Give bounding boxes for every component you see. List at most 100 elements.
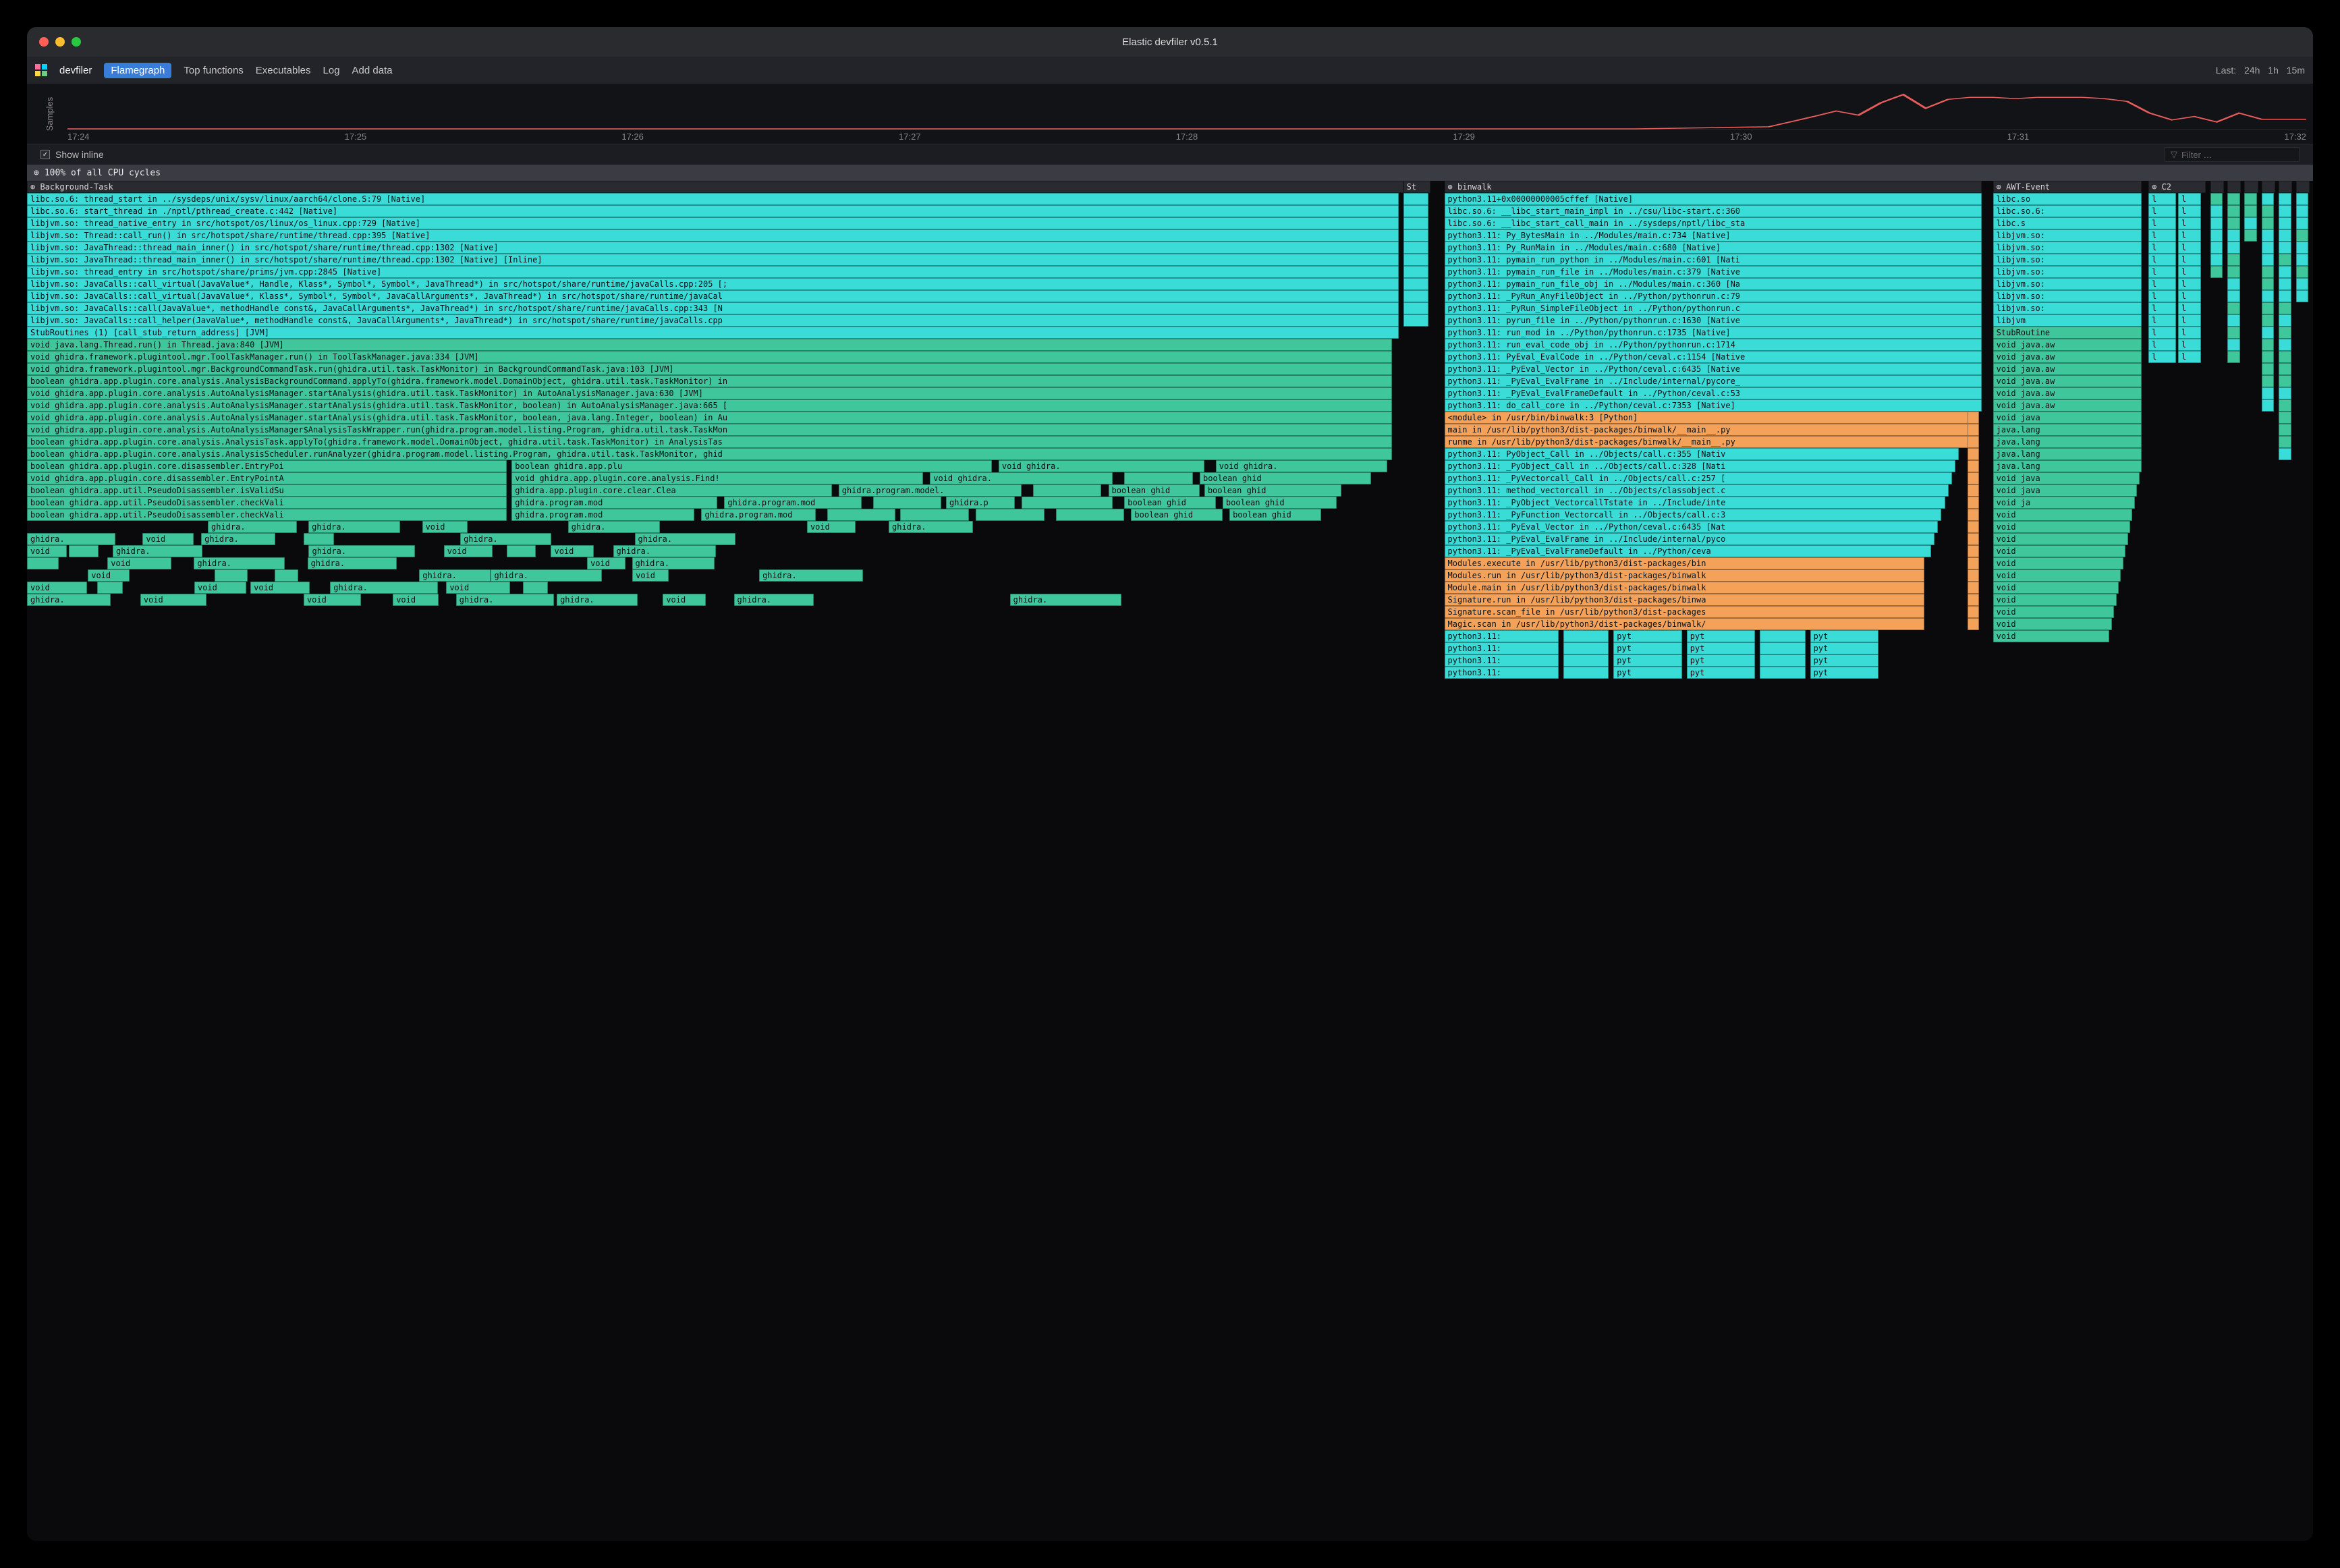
flame-frame[interactable]: void java.aw (1993, 399, 2142, 412)
flame-frame[interactable]: python3.11: pyrun_file in ../Python/pyth… (1445, 314, 1982, 327)
flame-frame[interactable] (1760, 654, 1806, 667)
flame-frame[interactable] (2210, 205, 2223, 217)
flame-frame[interactable]: ghidra. (330, 582, 438, 594)
flame-frame[interactable]: ghidra.program.mod (724, 497, 861, 509)
flame-frame[interactable] (1403, 302, 1428, 314)
flame-frame[interactable]: java.lang (1993, 436, 2142, 448)
flame-frame[interactable]: void (194, 582, 246, 594)
flame-frame[interactable] (215, 569, 248, 582)
flame-frame[interactable]: ghidra.program.mod (701, 509, 815, 521)
flame-frame[interactable] (1968, 460, 1979, 472)
flame-frame[interactable]: pyt (1810, 642, 1879, 654)
flame-frame[interactable] (2262, 278, 2275, 290)
flame-frame[interactable] (2279, 387, 2291, 399)
flame-frame[interactable]: void (1993, 582, 2119, 594)
flame-frame[interactable] (275, 569, 298, 582)
range-15m[interactable]: 15m (2287, 65, 2305, 76)
flame-frame[interactable]: void ghidra.app.plugin.core.analysis.Aut… (27, 387, 1392, 399)
flame-frame[interactable]: runme in /usr/lib/python3/dist-packages/… (1445, 436, 1975, 448)
flame-frame[interactable]: libjvm.so: JavaCalls::call_virtual(JavaV… (27, 290, 1399, 302)
flame-frame[interactable] (1968, 557, 1979, 569)
flame-frame[interactable]: ghidra. (613, 545, 716, 557)
flame-frame[interactable] (1124, 472, 1193, 484)
flame-frame[interactable] (2296, 205, 2309, 217)
flame-frame[interactable]: l (2148, 193, 2176, 205)
flame-frame[interactable]: void (393, 594, 439, 606)
flame-frame[interactable] (1403, 314, 1428, 327)
flame-frame[interactable]: python3.11: method_vectorcall in ../Obje… (1445, 484, 1949, 497)
flame-frame[interactable]: l (2148, 205, 2176, 217)
zoom-icon[interactable] (72, 37, 81, 47)
flame-frame[interactable]: void ghidra.app.plugin.core.analysis.Fin… (511, 472, 923, 484)
flame-frame[interactable] (1563, 667, 1609, 679)
flame-frame[interactable] (2262, 181, 2275, 193)
flame-frame[interactable]: python3.11: _PyObject_Call in ../Objects… (1445, 460, 1955, 472)
flame-frame[interactable]: boolean ghid (1200, 472, 1371, 484)
flame-frame[interactable] (2279, 193, 2291, 205)
flame-frame[interactable] (523, 582, 547, 594)
flame-frame[interactable]: void java.aw (1993, 351, 2142, 363)
flame-frame[interactable]: boolean ghidra.app.plugin.core.analysis.… (27, 436, 1392, 448)
flame-frame[interactable]: void (1993, 557, 2123, 569)
flame-frame[interactable]: libjvm.so: JavaCalls::call_helper(JavaVa… (27, 314, 1399, 327)
flame-frame[interactable]: l (2148, 290, 2176, 302)
flamegraph[interactable]: ⊕ Background-Tasklibc.so.6: thread_start… (27, 181, 2313, 1541)
flame-frame[interactable] (2296, 242, 2309, 254)
flame-frame[interactable] (1403, 242, 1428, 254)
flame-frame[interactable]: void (27, 545, 67, 557)
flame-frame[interactable] (2227, 339, 2240, 351)
show-inline-checkbox[interactable]: ✓ (40, 150, 50, 159)
flame-frame[interactable]: python3.11: (1445, 642, 1559, 654)
flame-frame[interactable]: boolean ghidra.app.util.PseudoDisassembl… (27, 509, 507, 521)
flame-frame[interactable]: void (1993, 569, 2121, 582)
flame-frame[interactable] (2262, 193, 2275, 205)
flame-frame[interactable] (1022, 497, 1113, 509)
flame-frame[interactable]: void java.aw (1993, 375, 2142, 387)
flame-frame[interactable] (1968, 484, 1979, 497)
flame-frame[interactable] (2210, 229, 2223, 242)
flame-frame[interactable] (1968, 618, 1979, 630)
flame-frame[interactable] (2244, 217, 2257, 229)
flame-frame[interactable] (1403, 266, 1428, 278)
flame-frame[interactable] (1056, 509, 1125, 521)
flame-frame[interactable] (69, 545, 99, 557)
flame-frame[interactable]: python3.11: do_call_core in ../Python/ce… (1445, 399, 1982, 412)
flame-frame[interactable]: libjvm.so: (1993, 290, 2142, 302)
flame-frame[interactable]: l (2178, 302, 2201, 314)
flame-frame[interactable]: pyt (1810, 630, 1879, 642)
flame-frame[interactable]: python3.11: _PyEval_EvalFrameDefault in … (1445, 387, 1982, 399)
flame-frame[interactable]: libjvm (1993, 314, 2142, 327)
flame-frame[interactable]: ghidra. (208, 521, 297, 533)
flame-frame[interactable]: libjvm.so: (1993, 242, 2142, 254)
nav-top-functions[interactable]: Top functions (184, 65, 243, 76)
flame-frame[interactable] (2210, 193, 2223, 205)
flame-frame[interactable]: l (2178, 254, 2201, 266)
flame-frame[interactable]: l (2148, 217, 2176, 229)
flame-frame[interactable]: l (2148, 229, 2176, 242)
flame-frame[interactable]: l (2178, 314, 2201, 327)
flame-frame[interactable]: ⊕ AWT-Event (1993, 181, 2142, 193)
flame-frame[interactable] (1968, 509, 1979, 521)
flame-frame[interactable]: void (1993, 630, 2110, 642)
flame-frame[interactable] (1403, 193, 1428, 205)
minimize-icon[interactable] (55, 37, 65, 47)
flame-frame[interactable] (2279, 302, 2291, 314)
flame-frame[interactable] (1563, 654, 1609, 667)
flame-frame[interactable]: void (663, 594, 706, 606)
flame-frame[interactable] (2227, 181, 2241, 193)
flame-frame[interactable]: libc.s (1993, 217, 2142, 229)
flame-frame[interactable]: libc.so (1993, 193, 2142, 205)
flame-frame[interactable]: St (1403, 181, 1431, 193)
flame-frame[interactable] (2279, 217, 2291, 229)
flame-frame[interactable] (2262, 327, 2275, 339)
flame-frame[interactable]: ghidra. (491, 569, 602, 582)
flame-frame[interactable]: ghidra. (113, 545, 202, 557)
flame-frame[interactable]: ghidra. (635, 533, 736, 545)
range-1h[interactable]: 1h (2268, 65, 2279, 76)
flame-frame[interactable]: l (2148, 278, 2176, 290)
flame-frame[interactable]: void ghidra.app.plugin.core.analysis.Aut… (27, 412, 1392, 424)
flame-frame[interactable] (976, 509, 1044, 521)
flame-frame[interactable] (2227, 242, 2240, 254)
flame-frame[interactable]: void ghidra. (1216, 460, 1387, 472)
flame-frame[interactable]: void (807, 521, 856, 533)
